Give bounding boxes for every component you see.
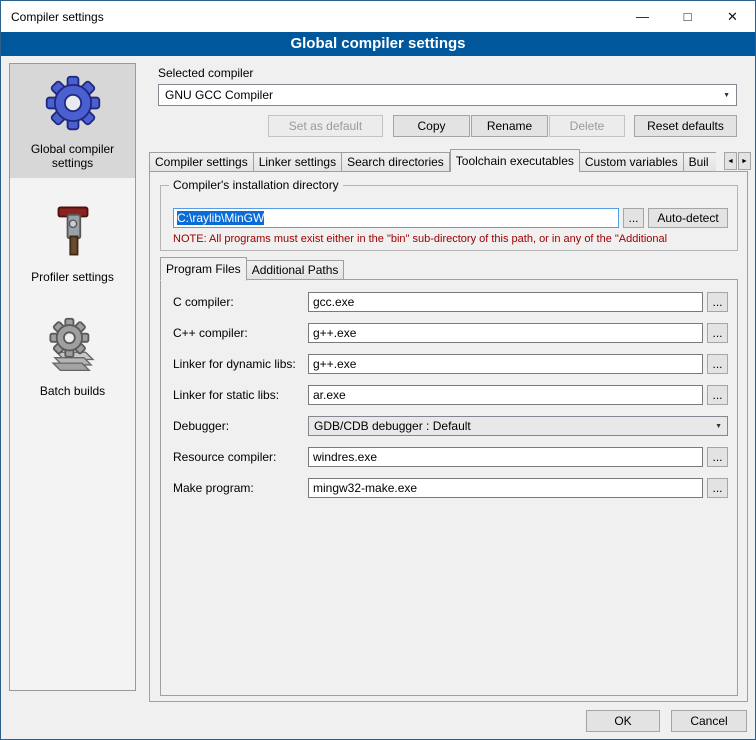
linker-dynamic-browse-button[interactable]: ...: [707, 354, 728, 374]
linker-dynamic-input[interactable]: [308, 354, 703, 374]
profiler-tool-icon: [44, 202, 102, 260]
tab-scroll-left-button[interactable]: ◄: [724, 152, 737, 170]
debugger-select[interactable]: GDB/CDB debugger : Default ▼: [308, 416, 728, 436]
minimize-icon: —: [636, 9, 649, 24]
resource-compiler-row: Resource compiler: ...: [161, 447, 737, 467]
tab-program-files[interactable]: Program Files: [160, 257, 247, 281]
tab-toolchain-executables[interactable]: Toolchain executables: [450, 149, 580, 172]
sidebar-item-label: Batch builds: [40, 384, 105, 398]
reset-defaults-button[interactable]: Reset defaults: [634, 115, 737, 137]
tab-custom-variables[interactable]: Custom variables: [580, 152, 684, 172]
rename-button[interactable]: Rename: [471, 115, 548, 137]
chevron-down-icon: ▼: [715, 423, 722, 430]
compiler-settings-window: Compiler settings — □ ✕ Global compiler …: [0, 0, 756, 740]
close-button[interactable]: ✕: [710, 1, 755, 32]
selected-compiler-dropdown[interactable]: GNU GCC Compiler ▼: [158, 84, 737, 106]
c-compiler-browse-button[interactable]: ...: [707, 292, 728, 312]
sidebar-item-label: Global compiler settings: [13, 142, 132, 170]
arrow-left-icon: ◄: [727, 158, 734, 165]
c-compiler-label: C compiler:: [173, 295, 234, 309]
linker-static-row: Linker for static libs: ...: [161, 385, 737, 405]
resource-compiler-label: Resource compiler:: [173, 450, 276, 464]
close-icon: ✕: [727, 9, 738, 25]
title-bar[interactable]: Compiler settings — □ ✕: [1, 1, 755, 32]
program-files-panel: C compiler: ... C++ compiler: ... Linker…: [160, 279, 738, 696]
tab-search-directories[interactable]: Search directories: [342, 152, 450, 172]
installation-directory-value: C:\raylib\MinGW: [177, 211, 264, 225]
auto-detect-button[interactable]: Auto-detect: [648, 208, 728, 228]
ok-button[interactable]: OK: [586, 710, 660, 732]
copy-button[interactable]: Copy: [393, 115, 470, 137]
make-program-browse-button[interactable]: ...: [707, 478, 728, 498]
bin-subdirectory-note: NOTE: All programs must exist either in …: [173, 233, 733, 245]
resource-compiler-browse-button[interactable]: ...: [707, 447, 728, 467]
make-program-row: Make program: ...: [161, 478, 737, 498]
main-content: Selected compiler GNU GCC Compiler ▼ Set…: [146, 63, 749, 709]
installation-directory-input[interactable]: C:\raylib\MinGW: [173, 208, 619, 228]
set-as-default-button: Set as default: [268, 115, 383, 137]
tab-scroll-right-button[interactable]: ►: [738, 152, 751, 170]
sidebar-item-profiler-settings[interactable]: Profiler settings: [10, 192, 135, 292]
linker-static-label: Linker for static libs:: [173, 388, 279, 402]
installation-directory-group: Compiler's installation directory C:\ray…: [160, 185, 738, 251]
sidebar-item-global-compiler-settings[interactable]: Global compiler settings: [10, 64, 135, 178]
tab-build-options[interactable]: Buil: [684, 152, 716, 172]
cpp-compiler-input[interactable]: [308, 323, 703, 343]
installation-directory-browse-button[interactable]: ...: [623, 208, 644, 228]
chevron-down-icon: ▼: [723, 92, 730, 99]
sidebar-item-label: Profiler settings: [31, 270, 114, 284]
cpp-compiler-row: C++ compiler: ...: [161, 323, 737, 343]
cpp-compiler-browse-button[interactable]: ...: [707, 323, 728, 343]
tab-compiler-settings[interactable]: Compiler settings: [149, 152, 254, 172]
cpp-compiler-label: C++ compiler:: [173, 326, 248, 340]
tab-scroll-buttons: ◄ ►: [723, 152, 751, 170]
maximize-button[interactable]: □: [665, 1, 710, 32]
linker-dynamic-label: Linker for dynamic libs:: [173, 357, 296, 371]
debugger-value: GDB/CDB debugger : Default: [314, 419, 471, 433]
debugger-label: Debugger:: [173, 419, 229, 433]
caption-buttons: — □ ✕: [620, 1, 755, 32]
settings-category-sidebar: Global compiler settings Profiler settin…: [9, 63, 136, 691]
installation-directory-group-title: Compiler's installation directory: [169, 178, 343, 192]
sub-tab-strip: Program Files Additional Paths: [160, 258, 720, 280]
linker-static-browse-button[interactable]: ...: [707, 385, 728, 405]
make-program-input[interactable]: [308, 478, 703, 498]
linker-dynamic-row: Linker for dynamic libs: ...: [161, 354, 737, 374]
tab-strip: Compiler settings Linker settings Search…: [149, 149, 723, 172]
arrow-right-icon: ►: [741, 158, 748, 165]
sidebar-item-batch-builds[interactable]: Batch builds: [10, 306, 135, 406]
delete-button: Delete: [549, 115, 625, 137]
resource-compiler-input[interactable]: [308, 447, 703, 467]
debugger-row: Debugger: GDB/CDB debugger : Default ▼: [161, 416, 737, 436]
selected-compiler-label: Selected compiler: [158, 66, 253, 80]
window-title: Compiler settings: [1, 10, 104, 24]
tab-additional-paths[interactable]: Additional Paths: [247, 260, 345, 280]
minimize-button[interactable]: —: [620, 1, 665, 32]
toolchain-executables-panel: Compiler's installation directory C:\ray…: [149, 171, 748, 702]
gray-gear-stack-icon: [44, 316, 102, 374]
cancel-button[interactable]: Cancel: [671, 710, 747, 732]
page-title: Global compiler settings: [1, 32, 755, 56]
selected-compiler-value: GNU GCC Compiler: [165, 88, 273, 102]
maximize-icon: □: [684, 9, 692, 24]
blue-gear-icon: [44, 74, 102, 132]
make-program-label: Make program:: [173, 481, 254, 495]
c-compiler-input[interactable]: [308, 292, 703, 312]
linker-static-input[interactable]: [308, 385, 703, 405]
tab-linker-settings[interactable]: Linker settings: [254, 152, 342, 172]
c-compiler-row: C compiler: ...: [161, 292, 737, 312]
